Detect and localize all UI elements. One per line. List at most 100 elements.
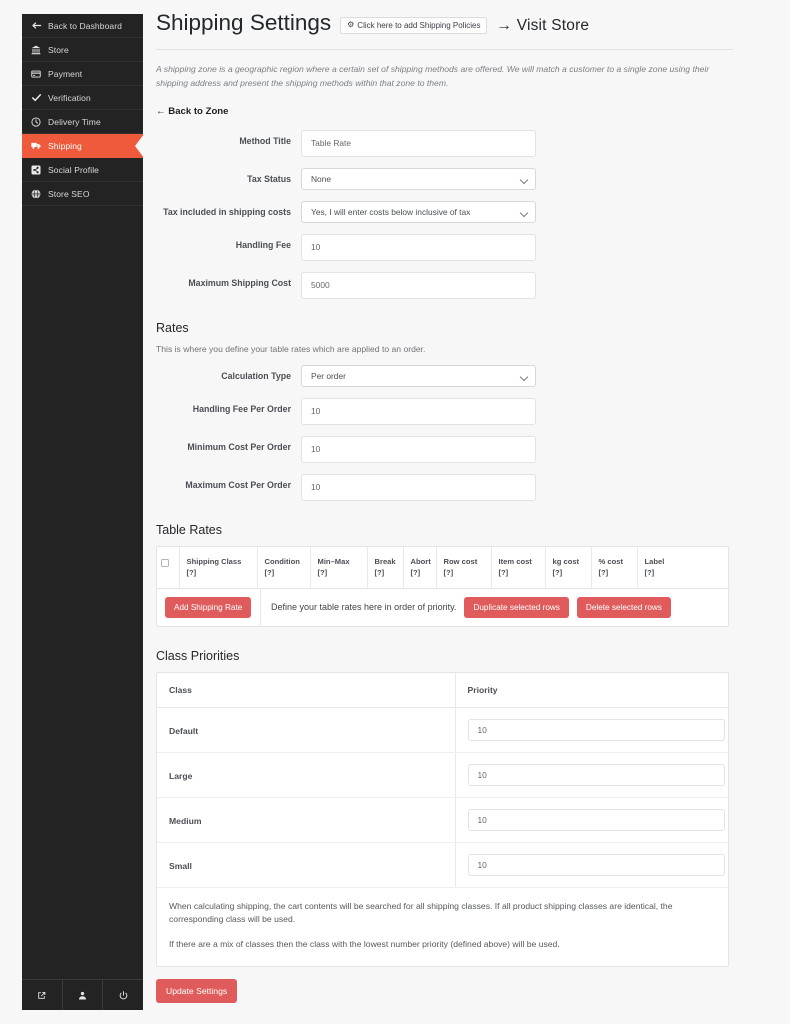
label-calculation-type: Calculation Type bbox=[221, 370, 291, 381]
select-all-rows-checkbox[interactable] bbox=[161, 558, 170, 567]
column-header-label: kg cost bbox=[552, 556, 580, 566]
sidebar-item-label: Delivery Time bbox=[48, 116, 101, 127]
table-rates-header-row: Shipping Class [?] Condition [?] Min–Max [?] B… bbox=[157, 546, 730, 589]
sidebar-item-label: Store bbox=[48, 44, 69, 55]
column-header-label: Break bbox=[374, 556, 396, 566]
sidebar-item-payment[interactable]: Payment bbox=[22, 62, 143, 86]
class-priorities-table: Class Priority Default 10 Large 10 Medium 10 Sm… bbox=[157, 672, 728, 888]
class-priorities-header-row: Class Priority bbox=[157, 672, 728, 708]
column-header-label: Row cost bbox=[443, 556, 478, 566]
input-handling-fee-per-order[interactable]: 10 bbox=[301, 397, 536, 425]
column-help-marker[interactable]: [?] bbox=[553, 567, 586, 578]
column-help-marker[interactable]: [?] bbox=[645, 567, 726, 578]
column-help-marker[interactable]: [?] bbox=[444, 567, 486, 578]
column-header-abort: Abort [?] bbox=[403, 546, 437, 589]
note-paragraph-2: If there are a mix of classes then the c… bbox=[169, 939, 560, 950]
credit-card-icon bbox=[31, 69, 48, 79]
update-settings-wrap: Update Settings bbox=[156, 978, 756, 1003]
sidebar-item-delivery-time[interactable]: Delivery Time bbox=[22, 110, 143, 134]
sidebar-filler bbox=[22, 206, 143, 979]
column-header-label: Shipping Class bbox=[186, 556, 242, 566]
select-calculation-type[interactable]: Per order bbox=[301, 364, 536, 387]
column-help-marker[interactable]: [?] bbox=[411, 567, 431, 578]
form-row-handling-fee: Handling Fee 10 bbox=[156, 233, 756, 261]
cp-class-cell: Medium bbox=[157, 797, 456, 843]
sidebar-item-social-profile[interactable]: Social Profile bbox=[22, 158, 143, 182]
add-shipping-policies-button[interactable]: ⚙ Click here to add Shipping Policies bbox=[340, 16, 488, 34]
table-row: Default 10 bbox=[157, 707, 728, 753]
page-root: Back to Dashboard Store Payment Verificatio… bbox=[0, 0, 790, 1024]
form-row-handling-fee-per-order: Handling Fee Per Order 10 bbox=[156, 397, 756, 425]
label-handling-fee-per-order: Handling Fee Per Order bbox=[192, 403, 291, 414]
input-method-title[interactable]: Table Rate bbox=[301, 129, 536, 157]
sidebar-item-store[interactable]: Store bbox=[22, 38, 143, 62]
column-help-marker[interactable]: [?] bbox=[318, 567, 362, 578]
cp-class-cell: Large bbox=[157, 752, 456, 798]
sidebar-item-verification[interactable]: Verification bbox=[22, 86, 143, 110]
cp-priority-input[interactable]: 10 bbox=[467, 808, 725, 831]
sidebar-item-back-to-dashboard[interactable]: Back to Dashboard bbox=[22, 14, 143, 38]
control-wrap-tax-included-in-shipping-costs: Yes, I will enter costs below inclusive … bbox=[301, 200, 536, 223]
update-settings-button[interactable]: Update Settings bbox=[156, 978, 238, 1003]
input-minimum-cost-per-order[interactable]: 10 bbox=[301, 435, 536, 463]
duplicate-selected-rows-button[interactable]: Duplicate selected rows bbox=[464, 596, 569, 618]
method-settings-form: Method Title Table Rate Tax Status None Tax … bbox=[156, 129, 756, 299]
gear-icon: ⚙ bbox=[347, 20, 355, 29]
input-handling-fee[interactable]: 10 bbox=[301, 233, 536, 261]
input-maximum-shipping-cost[interactable]: 5000 bbox=[301, 271, 536, 299]
input-maximum-cost-per-order[interactable]: 10 bbox=[301, 473, 536, 501]
power-icon[interactable] bbox=[103, 980, 143, 1010]
column-header-label: Min–Max bbox=[317, 556, 350, 566]
label-method-title: Method Title bbox=[239, 135, 291, 146]
note-paragraph-1: When calculating shipping, the cart cont… bbox=[169, 900, 673, 925]
add-shipping-rate-button[interactable]: Add Shipping Rate bbox=[165, 596, 252, 618]
cp-class-name: Small bbox=[169, 860, 192, 871]
user-icon[interactable] bbox=[63, 980, 104, 1010]
column-header-row-cost: Row cost [?] bbox=[436, 546, 492, 589]
column-header-break: Break [?] bbox=[367, 546, 404, 589]
rates-form: Calculation Type Per order Handling Fee Pe… bbox=[156, 364, 756, 501]
column-help-marker[interactable]: [?] bbox=[599, 567, 632, 578]
rate-actions-cell: Define your table rates here in order of… bbox=[261, 589, 728, 626]
cp-priority-input[interactable]: 10 bbox=[467, 853, 725, 876]
form-row-method-title: Method Title Table Rate bbox=[156, 129, 756, 157]
cp-priority-cell: 10 bbox=[455, 842, 728, 888]
column-help-marker[interactable]: [?] bbox=[187, 567, 252, 578]
delete-selected-rows-button[interactable]: Delete selected rows bbox=[576, 596, 671, 618]
label-tax-status: Tax Status bbox=[247, 173, 291, 184]
rates-section-title: Rates bbox=[156, 320, 189, 335]
visit-store-link[interactable]: → Visit Store bbox=[496, 17, 589, 35]
select-tax-status[interactable]: None bbox=[301, 167, 536, 190]
cp-class-name: Default bbox=[169, 725, 199, 736]
share-icon bbox=[31, 165, 48, 175]
form-row-tax-status: Tax Status None bbox=[156, 167, 756, 190]
sidebar-item-shipping[interactable]: Shipping bbox=[22, 134, 144, 158]
cp-priority-input[interactable]: 10 bbox=[467, 763, 725, 786]
cp-priority-cell: 10 bbox=[455, 797, 728, 843]
column-help-marker[interactable]: [?] bbox=[499, 567, 540, 578]
column-help-marker[interactable]: [?] bbox=[265, 567, 305, 578]
sidebar-item-label: Shipping bbox=[48, 140, 82, 151]
table-row: Large 10 bbox=[157, 752, 728, 798]
column-header-label: Label [?] bbox=[637, 546, 730, 589]
control-wrap-handling-fee-per-order: 10 bbox=[301, 397, 536, 425]
cp-priority-input[interactable]: 10 bbox=[467, 718, 725, 741]
sidebar-item-label: Verification bbox=[48, 92, 91, 103]
column-header-min-max: Min–Max [?] bbox=[310, 546, 368, 589]
external-link-icon[interactable] bbox=[22, 980, 63, 1010]
bank-icon bbox=[31, 45, 48, 55]
column-header-condition: Condition [?] bbox=[257, 546, 311, 589]
column-help-marker[interactable]: [?] bbox=[375, 567, 398, 578]
table-row: Medium 10 bbox=[157, 797, 728, 843]
cp-class-name: Medium bbox=[169, 815, 202, 826]
table-rates-actions: Add Shipping Rate Define your table rate… bbox=[157, 588, 728, 626]
sidebar: Back to Dashboard Store Payment Verificatio… bbox=[22, 14, 144, 1010]
form-row-maximum-shipping-cost: Maximum Shipping Cost 5000 bbox=[156, 271, 756, 299]
page-title: Shipping Settings bbox=[156, 10, 332, 35]
class-priorities-note: When calculating shipping, the cart cont… bbox=[157, 888, 728, 966]
sidebar-item-store-seo[interactable]: Store SEO bbox=[22, 182, 143, 206]
back-to-zone-link[interactable]: ← Back to Zone bbox=[156, 106, 229, 117]
control-wrap-maximum-shipping-cost: 5000 bbox=[301, 271, 536, 299]
cp-class-cell: Small bbox=[157, 842, 456, 888]
select-tax-included-in-shipping-costs[interactable]: Yes, I will enter costs below inclusive … bbox=[301, 200, 536, 223]
